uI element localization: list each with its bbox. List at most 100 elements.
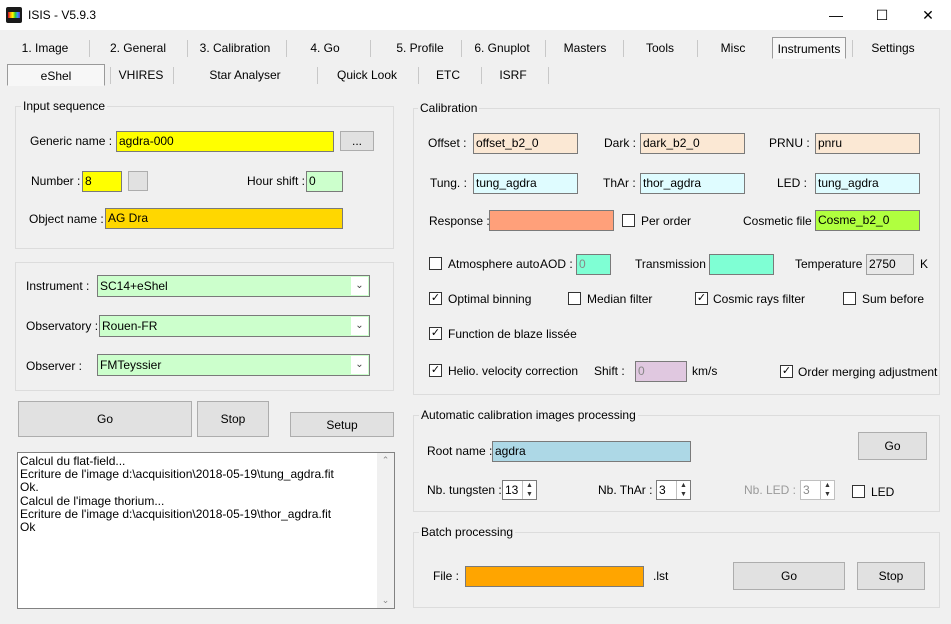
browse-button[interactable]: ... bbox=[340, 131, 374, 151]
spin-up-icon[interactable]: ▲ bbox=[523, 481, 536, 490]
offset-input[interactable]: offset_b2_0 bbox=[473, 133, 578, 154]
hour-shift-input[interactable]: 0 bbox=[306, 171, 343, 192]
tab-misc[interactable]: Misc bbox=[705, 37, 761, 59]
log-line: Ok bbox=[20, 520, 36, 535]
nb-led-spinner[interactable]: 3 ▲ ▼ bbox=[800, 480, 835, 500]
spin-down-icon[interactable]: ▼ bbox=[677, 490, 690, 499]
thar-input[interactable]: thor_agdra bbox=[640, 173, 745, 194]
tab-general[interactable]: 2. General bbox=[101, 37, 175, 59]
instrument-value: SC14+eShel bbox=[100, 279, 168, 293]
subtab-isrf[interactable]: ISRF bbox=[490, 64, 536, 86]
generic-name-input[interactable]: agdra-000 bbox=[116, 131, 334, 152]
led-checkbox[interactable] bbox=[852, 485, 865, 498]
observer-value: FMTeyssier bbox=[100, 358, 162, 372]
batch-go-button[interactable]: Go bbox=[733, 562, 845, 590]
blaze-checkbox[interactable]: ✓ bbox=[429, 327, 442, 340]
shift-input[interactable]: 0 bbox=[635, 361, 687, 382]
number-input[interactable]: 8 bbox=[82, 171, 122, 192]
setup-button[interactable]: Setup bbox=[290, 412, 394, 437]
sum-before-checkbox[interactable] bbox=[843, 292, 856, 305]
auto-go-button[interactable]: Go bbox=[858, 432, 927, 460]
per-order-label: Per order bbox=[641, 214, 692, 228]
app-icon bbox=[6, 7, 22, 23]
log-textarea[interactable]: Calcul du flat-field... Ecriture de l'im… bbox=[17, 452, 395, 609]
log-scrollbar[interactable]: ⌃ ⌄ bbox=[377, 453, 394, 608]
shift-unit: km/s bbox=[692, 364, 718, 378]
spin-up-icon[interactable]: ▲ bbox=[821, 481, 834, 490]
subtab-star-analyser[interactable]: Star Analyser bbox=[190, 64, 300, 86]
subtab-vhires[interactable]: VHIRES bbox=[115, 64, 167, 86]
observatory-select[interactable]: Rouen-FR ⌄ bbox=[99, 315, 370, 337]
log-line: Calcul de l'image thorium... bbox=[20, 493, 165, 508]
close-button[interactable]: ✕ bbox=[905, 0, 951, 30]
tab-gnuplot[interactable]: 6. Gnuplot bbox=[468, 37, 536, 59]
root-name-label: Root name : bbox=[427, 444, 493, 458]
response-label: Response : bbox=[429, 214, 490, 228]
go-button[interactable]: Go bbox=[18, 401, 192, 437]
stop-button[interactable]: Stop bbox=[197, 401, 269, 437]
helio-checkbox[interactable]: ✓ bbox=[429, 364, 442, 377]
batch-processing-title: Batch processing bbox=[419, 525, 516, 539]
number-button[interactable] bbox=[128, 171, 148, 191]
observer-label: Observer : bbox=[26, 359, 83, 373]
order-merging-checkbox[interactable]: ✓ bbox=[780, 365, 793, 378]
blaze-label: Function de blaze lissée bbox=[448, 327, 577, 341]
generic-name-label: Generic name : bbox=[30, 134, 113, 148]
instrument-label: Instrument : bbox=[26, 279, 90, 293]
spin-up-icon[interactable]: ▲ bbox=[677, 481, 690, 490]
offset-label: Offset : bbox=[428, 136, 467, 150]
nb-tungsten-spinner[interactable]: 13 ▲ ▼ bbox=[502, 480, 537, 500]
tab-masters[interactable]: Masters bbox=[555, 37, 615, 59]
root-name-input[interactable]: agdra bbox=[492, 441, 691, 462]
tung-input[interactable]: tung_agdra bbox=[473, 173, 578, 194]
tab-go[interactable]: 4. Go bbox=[300, 37, 350, 59]
file-label: File : bbox=[433, 569, 460, 583]
scroll-down-icon[interactable]: ⌄ bbox=[377, 595, 394, 606]
batch-file-input[interactable] bbox=[465, 566, 644, 587]
object-name-input[interactable]: AG Dra bbox=[105, 208, 343, 229]
tab-calibration[interactable]: 3. Calibration bbox=[196, 37, 274, 59]
optimal-binning-checkbox[interactable]: ✓ bbox=[429, 292, 442, 305]
median-filter-checkbox[interactable] bbox=[568, 292, 581, 305]
subtab-quick-look[interactable]: Quick Look bbox=[326, 64, 408, 86]
median-filter-label: Median filter bbox=[587, 292, 653, 306]
aod-input[interactable]: 0 bbox=[576, 254, 611, 275]
observatory-label: Observatory : bbox=[26, 319, 99, 333]
thar-label: ThAr : bbox=[603, 176, 636, 190]
cosmetic-file-input[interactable]: Cosme_b2_0 bbox=[815, 210, 920, 231]
response-input[interactable] bbox=[489, 210, 614, 231]
instrument-select[interactable]: SC14+eShel ⌄ bbox=[97, 275, 370, 297]
tab-instruments[interactable]: Instruments bbox=[772, 37, 846, 59]
tab-profile[interactable]: 5. Profile bbox=[385, 37, 455, 59]
observer-select[interactable]: FMTeyssier ⌄ bbox=[97, 354, 370, 376]
cosmic-rays-checkbox[interactable]: ✓ bbox=[695, 292, 708, 305]
subtab-eshel[interactable]: eShel bbox=[7, 64, 105, 86]
temperature-input[interactable]: 2750 bbox=[866, 254, 914, 275]
minimize-button[interactable]: — bbox=[813, 0, 859, 30]
prnu-input[interactable]: pnru bbox=[815, 133, 920, 154]
nb-thar-spinner[interactable]: 3 ▲ ▼ bbox=[656, 480, 691, 500]
subtab-etc[interactable]: ETC bbox=[428, 64, 468, 86]
auto-calibration-title: Automatic calibration images processing bbox=[419, 408, 638, 422]
dark-input[interactable]: dark_b2_0 bbox=[640, 133, 745, 154]
scroll-up-icon[interactable]: ⌃ bbox=[377, 455, 394, 466]
chevron-down-icon: ⌄ bbox=[351, 277, 368, 295]
dark-label: Dark : bbox=[604, 136, 637, 150]
nb-tungsten-label: Nb. tungsten : bbox=[427, 483, 502, 497]
maximize-button[interactable]: ☐ bbox=[859, 0, 905, 30]
file-extension-label: .lst bbox=[653, 569, 669, 583]
transmission-input[interactable] bbox=[709, 254, 774, 275]
led-input[interactable]: tung_agdra bbox=[815, 173, 920, 194]
tab-settings[interactable]: Settings bbox=[860, 37, 926, 59]
object-name-label: Object name : bbox=[29, 212, 104, 226]
tung-label: Tung. : bbox=[430, 176, 467, 190]
main-tab-bar: 1. Image 2. General 3. Calibration 4. Go… bbox=[0, 37, 951, 61]
per-order-checkbox[interactable] bbox=[622, 214, 635, 227]
tab-image[interactable]: 1. Image bbox=[14, 37, 76, 59]
batch-stop-button[interactable]: Stop bbox=[857, 562, 925, 590]
atmosphere-auto-checkbox[interactable] bbox=[429, 257, 442, 270]
log-line: Ecriture de l'image d:\acquisition\2018-… bbox=[20, 506, 332, 521]
spin-down-icon[interactable]: ▼ bbox=[821, 490, 834, 499]
tab-tools[interactable]: Tools bbox=[633, 37, 687, 59]
spin-down-icon[interactable]: ▼ bbox=[523, 490, 536, 499]
